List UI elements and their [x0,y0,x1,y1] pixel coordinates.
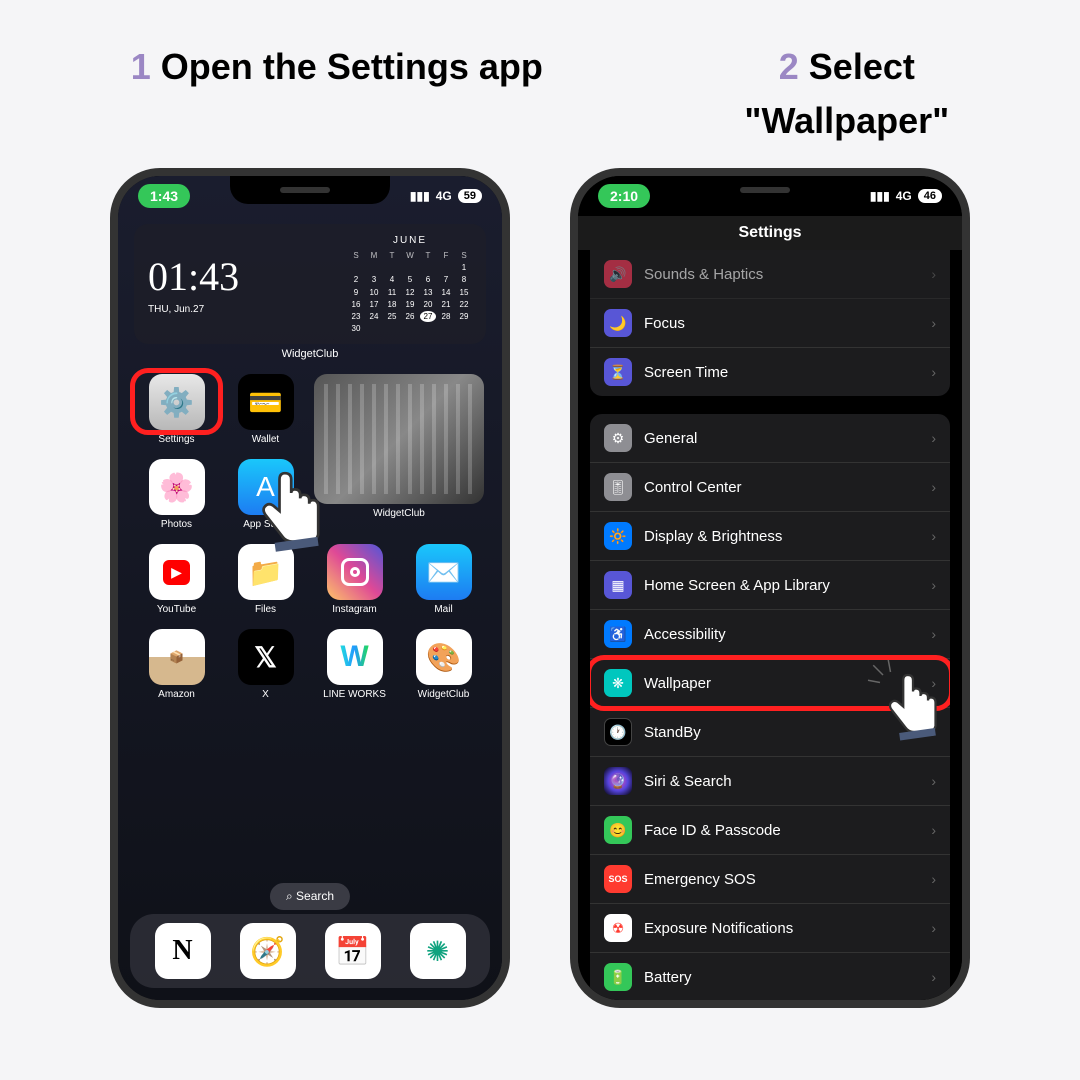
exposure-icon: ☢ [604,914,632,942]
network-label: 4G [436,189,452,203]
chevron-icon: › [931,920,936,936]
settings-icon: ⚙️ [149,374,205,430]
chevron-icon: › [931,871,936,887]
widget-time: 01:43 [148,253,332,300]
phone-home-screen: 1:43 ▮▮▮ 4G 59 01:43 THU, Jun.27 JUNE SM… [110,168,510,1008]
clock-calendar-widget[interactable]: 01:43 THU, Jun.27 JUNE SMTWTFS1234567891… [134,224,486,344]
dock-app-calendar[interactable]: 📅 [325,923,381,979]
app-lineworks[interactable]: W LINE WORKS [314,629,395,700]
chevron-icon: › [931,364,936,380]
chevron-icon: › [931,479,936,495]
signal-icon: ▮▮▮ [870,189,890,203]
instagram-icon [327,544,383,600]
battery-icon: 🔋 [604,963,632,991]
accessibility-icon: ♿ [604,620,632,648]
chevron-icon: › [931,724,936,740]
row-sos[interactable]: SOS Emergency SOS › [590,855,950,904]
row-standby[interactable]: 🕐 StandBy › [590,708,950,757]
app-photos[interactable]: 🌸 Photos [136,459,217,530]
standby-icon: 🕐 [604,718,632,746]
appstore-icon: A [238,459,294,515]
row-focus[interactable]: 🌙 Focus › [590,299,950,348]
chevron-icon: › [931,577,936,593]
battery-level: 59 [458,189,482,203]
app-x[interactable]: 𝕏 X [225,629,306,700]
app-files[interactable]: 📁 Files [225,544,306,615]
caption-step-2: 2 Select "Wallpaper" [744,40,949,148]
row-siri[interactable]: 🔮 Siri & Search › [590,757,950,806]
mail-icon: ✉️ [416,544,472,600]
focus-icon: 🌙 [604,309,632,337]
siri-icon: 🔮 [604,767,632,795]
chevron-icon: › [931,675,936,691]
dock: N 🧭 📅 ✺ [130,914,490,988]
widget-date: THU, Jun.27 [148,304,332,315]
app-amazon[interactable]: 📦 Amazon [136,629,217,700]
youtube-icon: ▶ [149,544,205,600]
screentime-icon: ⏳ [604,358,632,386]
dock-app-notion[interactable]: N [155,923,211,979]
app-mail[interactable]: ✉️ Mail [403,544,484,615]
search-button[interactable]: ⌕ Search [270,883,350,910]
chevron-icon: › [931,773,936,789]
chevron-icon: › [931,626,936,642]
sos-icon: SOS [604,865,632,893]
app-youtube[interactable]: ▶ YouTube [136,544,217,615]
notch [690,176,850,204]
row-display[interactable]: 🔆 Display & Brightness › [590,512,950,561]
homescreen-icon: ▦ [604,571,632,599]
status-time: 1:43 [138,184,190,208]
notch [230,176,390,204]
chevron-icon: › [931,528,936,544]
row-exposure[interactable]: ☢ Exposure Notifications › [590,904,950,953]
dock-app-chatgpt[interactable]: ✺ [410,923,466,979]
sounds-icon: 🔊 [604,260,632,288]
row-general[interactable]: ⚙ General › [590,414,950,463]
photo-widget-icon [314,374,484,504]
signal-icon: ▮▮▮ [410,189,430,203]
row-homescreen[interactable]: ▦ Home Screen & App Library › [590,561,950,610]
app-appstore[interactable]: A App Store [225,459,306,530]
phone-settings-screen: 2:10 ▮▮▮ 4G 46 Settings 🔊 Sounds & Hapti… [570,168,970,1008]
app-widgetclub[interactable]: 🎨 WidgetClub [403,629,484,700]
amazon-icon: 📦 [149,629,205,685]
status-time: 2:10 [598,184,650,208]
wallet-icon: 💳 [238,374,294,430]
row-faceid[interactable]: 😊 Face ID & Passcode › [590,806,950,855]
app-instagram[interactable]: Instagram [314,544,395,615]
controlcenter-icon: 🎚 [604,473,632,501]
app-settings[interactable]: ⚙️ Settings [136,374,217,445]
row-battery[interactable]: 🔋 Battery › [590,953,950,1000]
network-label: 4G [896,189,912,203]
files-icon: 📁 [238,544,294,600]
general-icon: ⚙ [604,424,632,452]
x-icon: 𝕏 [238,629,294,685]
chevron-icon: › [931,822,936,838]
faceid-icon: 😊 [604,816,632,844]
battery-level: 46 [918,189,942,203]
search-icon: ⌕ [286,889,293,903]
widget-photo[interactable]: WidgetClub [314,374,484,530]
settings-title: Settings [578,216,962,250]
app-wallet[interactable]: 💳 Wallet [225,374,306,445]
row-sounds[interactable]: 🔊 Sounds & Haptics › [590,250,950,299]
row-accessibility[interactable]: ♿ Accessibility › [590,610,950,659]
row-screentime[interactable]: ⏳ Screen Time › [590,348,950,396]
chevron-icon: › [931,969,936,985]
display-icon: 🔆 [604,522,632,550]
lineworks-icon: W [327,629,383,685]
photos-icon: 🌸 [149,459,205,515]
widget-label: WidgetClub [134,348,486,360]
wallpaper-icon: ❋ [604,669,632,697]
widget-calendar: JUNE SMTWTFS1234567891011121314151617181… [348,234,472,334]
chevron-icon: › [931,266,936,282]
chevron-icon: › [931,315,936,331]
dock-app-safari[interactable]: 🧭 [240,923,296,979]
caption-step-1: 1 Open the Settings app [131,40,543,148]
row-wallpaper[interactable]: ❋ Wallpaper › [590,659,950,708]
chevron-icon: › [931,430,936,446]
widgetclub-icon: 🎨 [416,629,472,685]
row-controlcenter[interactable]: 🎚 Control Center › [590,463,950,512]
